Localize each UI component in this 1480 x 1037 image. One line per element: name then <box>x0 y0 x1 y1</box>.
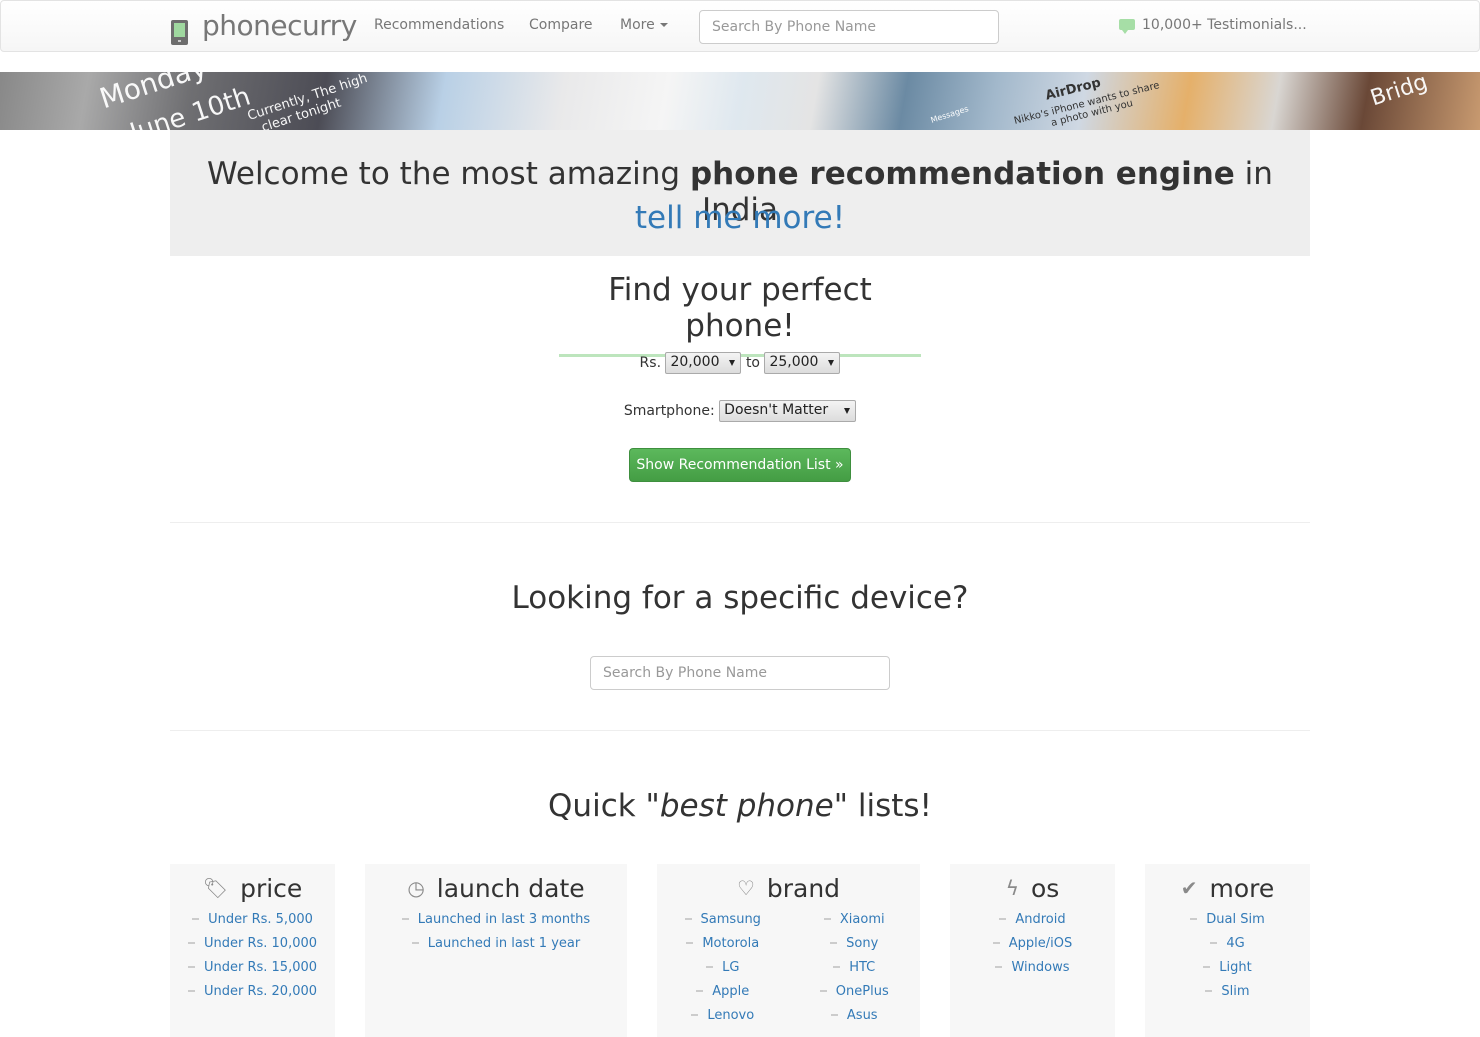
nav-more-dropdown[interactable]: More <box>620 17 668 33</box>
launch-list: Launched in last 3 months Launched in la… <box>365 908 627 956</box>
os-title-text: os <box>1030 874 1060 903</box>
navbar: phonecurry Recommendations Compare More … <box>0 0 1480 52</box>
tag-icon: 🏷︎ <box>202 876 229 900</box>
hero-banner-image: Monday June 10th Currently, The high cle… <box>0 72 1480 130</box>
quick-lists-heading: Quick "best phone" lists! <box>0 788 1480 824</box>
brand-card: ♡ brand Samsung Motorola LG Apple Lenovo … <box>657 864 920 1037</box>
list-item[interactable]: 4G <box>1145 932 1310 956</box>
price-to-select[interactable]: 25,000 <box>764 352 841 374</box>
divider <box>170 730 1310 731</box>
more-card: ✔ more Dual Sim 4G Light Slim <box>1145 864 1310 1037</box>
list-item[interactable]: LG <box>657 956 789 980</box>
list-item[interactable]: Under Rs. 15,000 <box>170 956 335 980</box>
specific-device-heading: Looking for a specific device? <box>511 580 969 616</box>
more-title-text: more <box>1209 874 1275 903</box>
welcome-pre: Welcome to the most amazing <box>207 156 690 192</box>
list-item[interactable]: Xiaomi <box>789 908 921 932</box>
nav-search-input[interactable] <box>699 10 999 44</box>
nav-more-label: More <box>620 17 655 33</box>
dropdown-arrow-icon <box>844 408 851 414</box>
comment-icon <box>1119 19 1135 34</box>
list-item[interactable]: Windows <box>950 956 1115 980</box>
list-item[interactable]: Lenovo <box>657 1004 789 1028</box>
brand-name[interactable]: phonecurry <box>202 9 357 42</box>
list-item[interactable]: Light <box>1145 956 1310 980</box>
list-item[interactable]: OnePlus <box>789 980 921 1004</box>
price-from-select[interactable]: 20,000 <box>665 352 742 374</box>
list-item[interactable]: Samsung <box>657 908 789 932</box>
launch-date-card: ◷ launch date Launched in last 3 months L… <box>365 864 627 1037</box>
check-icon: ✔ <box>1180 876 1198 900</box>
list-item[interactable]: HTC <box>789 956 921 980</box>
testimonials-link[interactable]: 10,000+ Testimonials... <box>1119 17 1307 34</box>
quick-em: best phone <box>659 788 834 824</box>
finder-title: Find your perfect phone! <box>559 272 921 357</box>
price-range-row: Rs. 20,000 to 25,000 <box>0 352 1480 374</box>
quick-pre: Quick " <box>548 788 660 824</box>
flash-icon: ϟ <box>1005 876 1019 900</box>
os-card-title: ϟ os <box>950 874 1115 903</box>
price-list: Under Rs. 5,000 Under Rs. 10,000 Under R… <box>170 908 335 1004</box>
price-card-title: 🏷︎ price <box>170 874 335 903</box>
smartphone-value: Doesn't Matter <box>724 402 829 418</box>
brand-card-title: ♡ brand <box>657 874 920 903</box>
divider <box>170 522 1310 523</box>
welcome-bold: phone recommendation engine <box>689 156 1235 192</box>
brand-list-left: Samsung Motorola LG Apple Lenovo <box>657 908 789 1028</box>
list-item[interactable]: Launched in last 1 year <box>365 932 627 956</box>
nav-compare[interactable]: Compare <box>529 17 593 33</box>
list-item[interactable]: Asus <box>789 1004 921 1028</box>
list-item[interactable]: Slim <box>1145 980 1310 1004</box>
heart-icon: ♡ <box>736 876 755 900</box>
smartphone-select[interactable]: Doesn't Matter <box>719 400 857 422</box>
list-item[interactable]: Dual Sim <box>1145 908 1310 932</box>
price-prefix: Rs. <box>639 355 662 371</box>
tell-me-more-link[interactable]: tell me more! <box>170 200 1310 236</box>
launch-card-title: ◷ launch date <box>365 874 627 903</box>
caret-down-icon <box>659 23 668 27</box>
nav-recommendations[interactable]: Recommendations <box>374 17 504 33</box>
welcome-jumbotron: Welcome to the most amazing phone recomm… <box>170 130 1310 256</box>
list-item[interactable]: Under Rs. 20,000 <box>170 980 335 1004</box>
show-recommendation-button[interactable]: Show Recommendation List » <box>629 448 851 482</box>
list-item[interactable]: Launched in last 3 months <box>365 908 627 932</box>
smartphone-row: Smartphone: Doesn't Matter <box>0 400 1480 422</box>
dropdown-arrow-icon <box>729 360 736 366</box>
banner-text-bridge: Bridg <box>1367 72 1431 112</box>
more-card-title: ✔ more <box>1145 874 1310 903</box>
price-sep: to <box>745 355 760 371</box>
brand-title-text: brand <box>766 874 841 903</box>
price-title-text: price <box>240 874 303 903</box>
phone-logo-icon[interactable] <box>171 20 188 45</box>
device-search-input[interactable] <box>590 656 890 690</box>
price-card: 🏷︎ price Under Rs. 5,000 Under Rs. 10,000… <box>170 864 335 1037</box>
list-item[interactable]: Android <box>950 908 1115 932</box>
more-list: Dual Sim 4G Light Slim <box>1145 908 1310 1004</box>
os-card: ϟ os Android Apple/iOS Windows <box>950 864 1115 1037</box>
testimonials-label: 10,000+ Testimonials... <box>1142 17 1307 33</box>
list-item[interactable]: Apple/iOS <box>950 932 1115 956</box>
banner-text-messages: Messages <box>929 104 970 125</box>
list-item[interactable]: Sony <box>789 932 921 956</box>
os-list: Android Apple/iOS Windows <box>950 908 1115 980</box>
list-item[interactable]: Apple <box>657 980 789 1004</box>
clock-icon: ◷ <box>407 876 425 900</box>
list-item[interactable]: Under Rs. 10,000 <box>170 932 335 956</box>
price-to-value: 25,000 <box>769 354 819 370</box>
list-item[interactable]: Under Rs. 5,000 <box>170 908 335 932</box>
price-from-value: 20,000 <box>670 354 720 370</box>
dropdown-arrow-icon <box>828 360 835 366</box>
launch-title-text: launch date <box>436 874 585 903</box>
list-item[interactable]: Motorola <box>657 932 789 956</box>
quick-post: " lists! <box>833 788 932 824</box>
smartphone-label: Smartphone: <box>623 403 715 419</box>
brand-list-right: Xiaomi Sony HTC OnePlus Asus <box>789 908 921 1028</box>
